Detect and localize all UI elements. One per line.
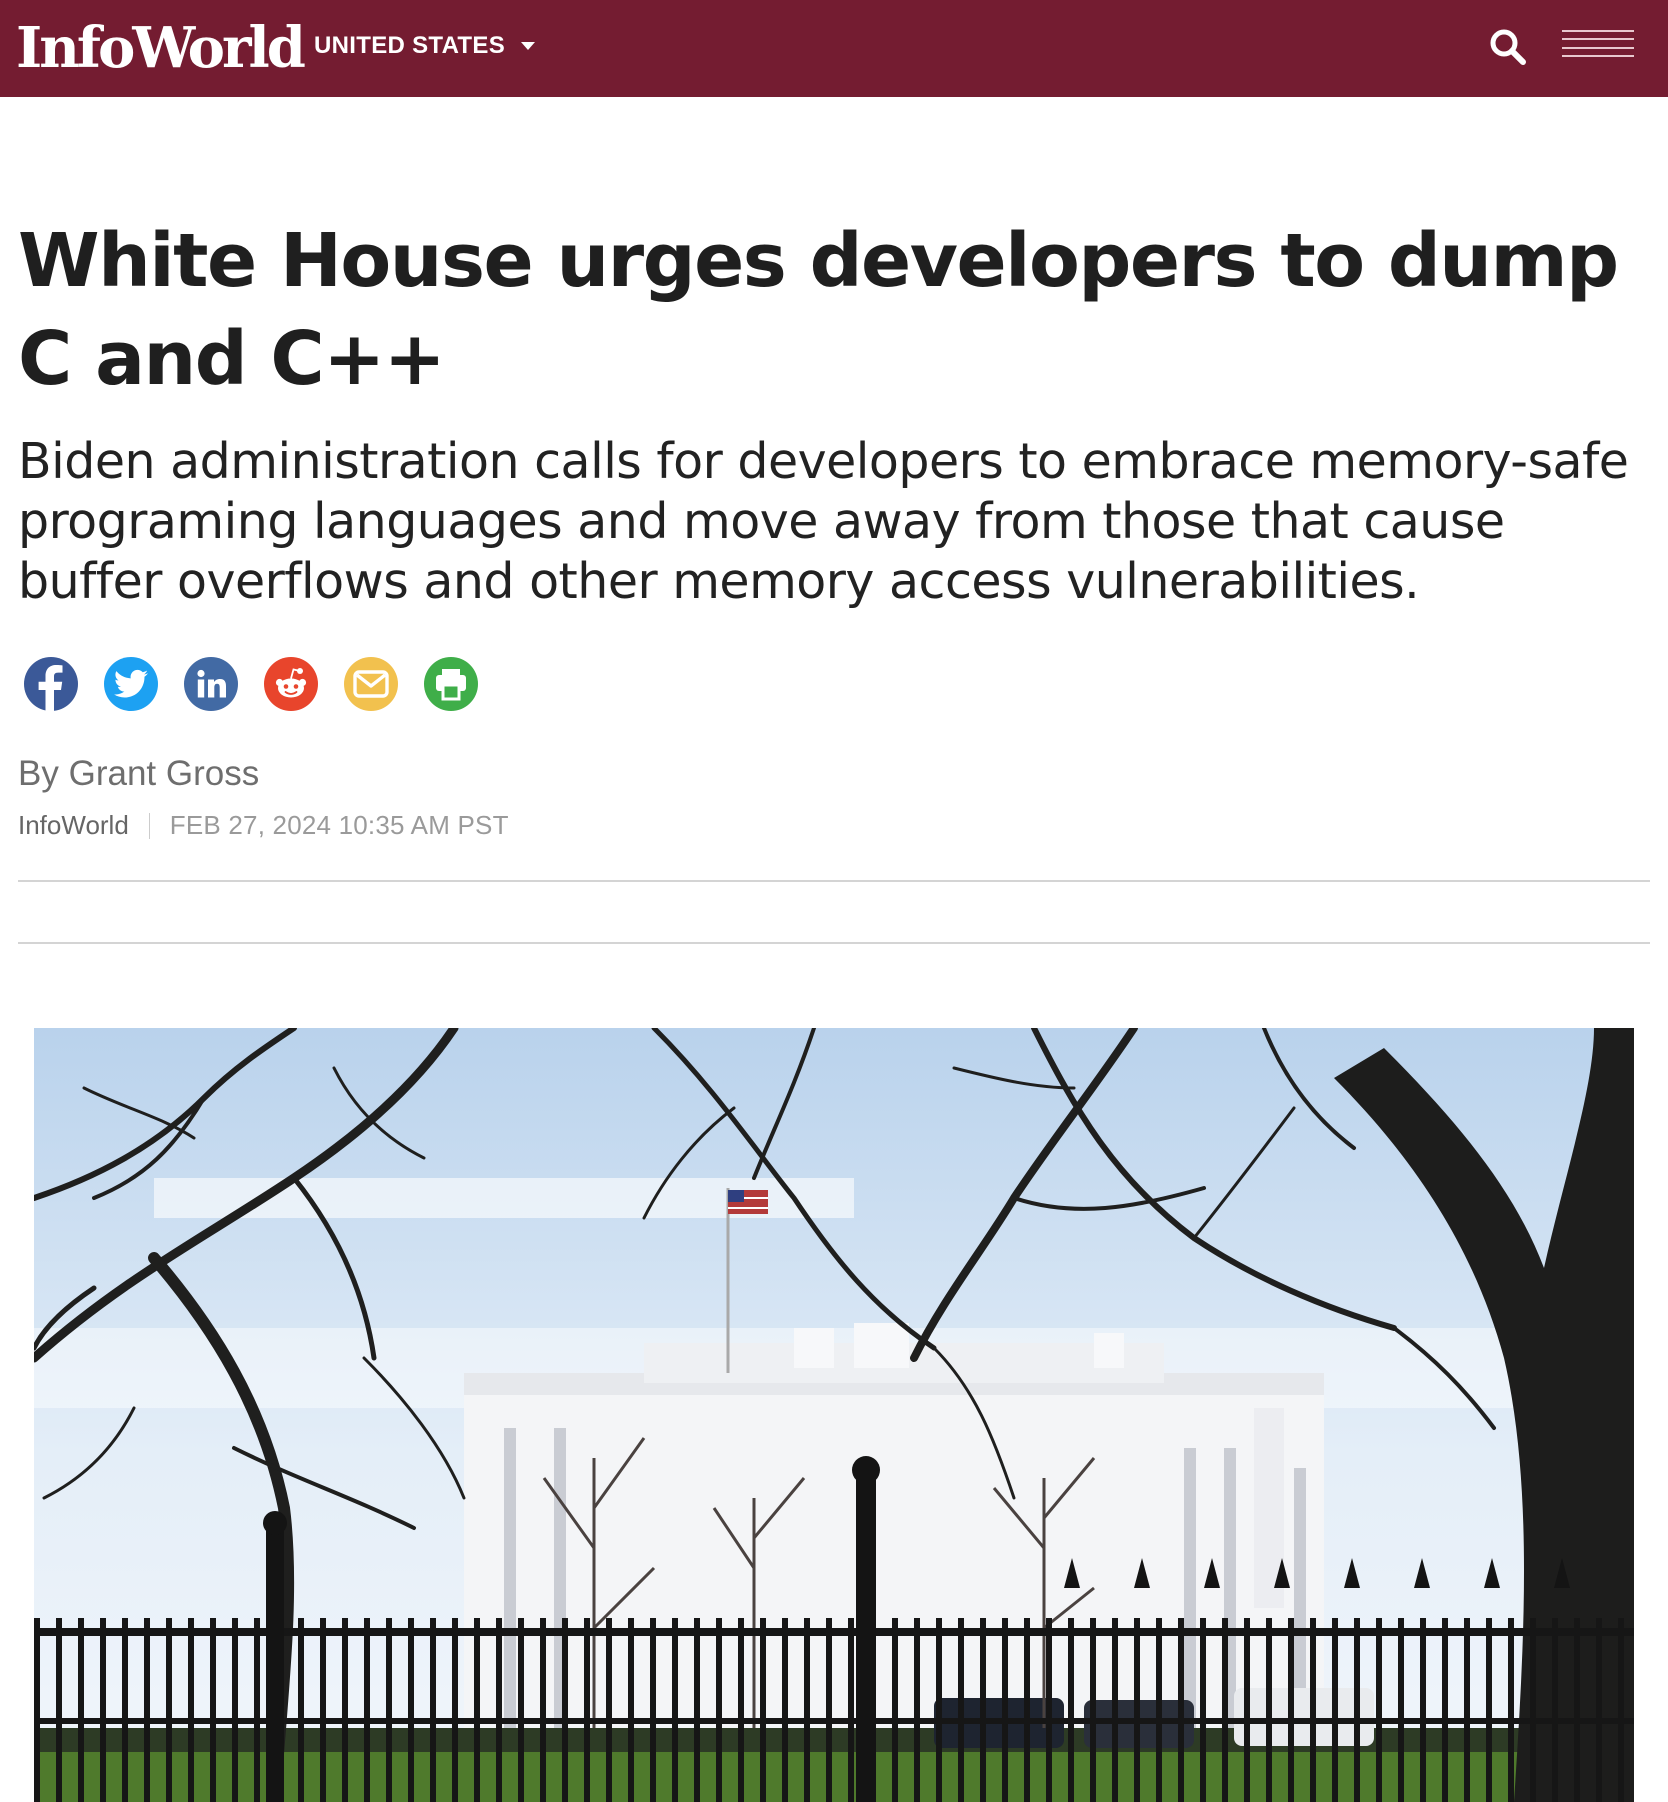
article-headline: White House urges developers to dump C a… [18, 218, 1619, 402]
article-meta: InfoWorld FEB 27, 2024 10:35 AM PST [18, 810, 509, 841]
article-dek: Biden administration calls for developer… [18, 433, 1629, 610]
hamburger-menu-icon[interactable] [1562, 28, 1638, 62]
twitter-icon [114, 669, 148, 698]
search-button[interactable] [1486, 25, 1530, 69]
meta-divider [148, 812, 150, 839]
region-selector[interactable]: UNITED STATES [314, 26, 536, 66]
twitter-share-button[interactable] [104, 657, 158, 711]
divider-top [18, 880, 1650, 882]
reddit-icon [275, 668, 307, 698]
print-share-button[interactable] [424, 657, 478, 711]
author-link[interactable]: Grant Gross [69, 754, 260, 793]
print-icon [436, 669, 466, 701]
caret-down-icon [521, 42, 536, 50]
byline-prefix: By [18, 754, 59, 793]
email-icon [353, 670, 389, 698]
divider-bottom [18, 942, 1650, 944]
search-icon [1490, 29, 1526, 65]
infoworld-logo[interactable]: InfoWorld [16, 8, 306, 88]
region-label: UNITED STATES [314, 32, 506, 59]
publication-link[interactable]: InfoWorld [18, 810, 129, 841]
facebook-share-button[interactable] [24, 657, 78, 711]
byline: By Grant Gross [18, 752, 259, 796]
reddit-share-button[interactable] [264, 657, 318, 711]
share-bar [24, 657, 478, 713]
linkedin-icon [197, 669, 226, 698]
hero-image [34, 1028, 1634, 1802]
site-header: InfoWorld UNITED STATES [0, 0, 1668, 97]
publish-date: FEB 27, 2024 10:35 AM PST [169, 810, 509, 840]
linkedin-share-button[interactable] [184, 657, 238, 711]
email-share-button[interactable] [344, 657, 398, 711]
facebook-icon [38, 665, 63, 711]
